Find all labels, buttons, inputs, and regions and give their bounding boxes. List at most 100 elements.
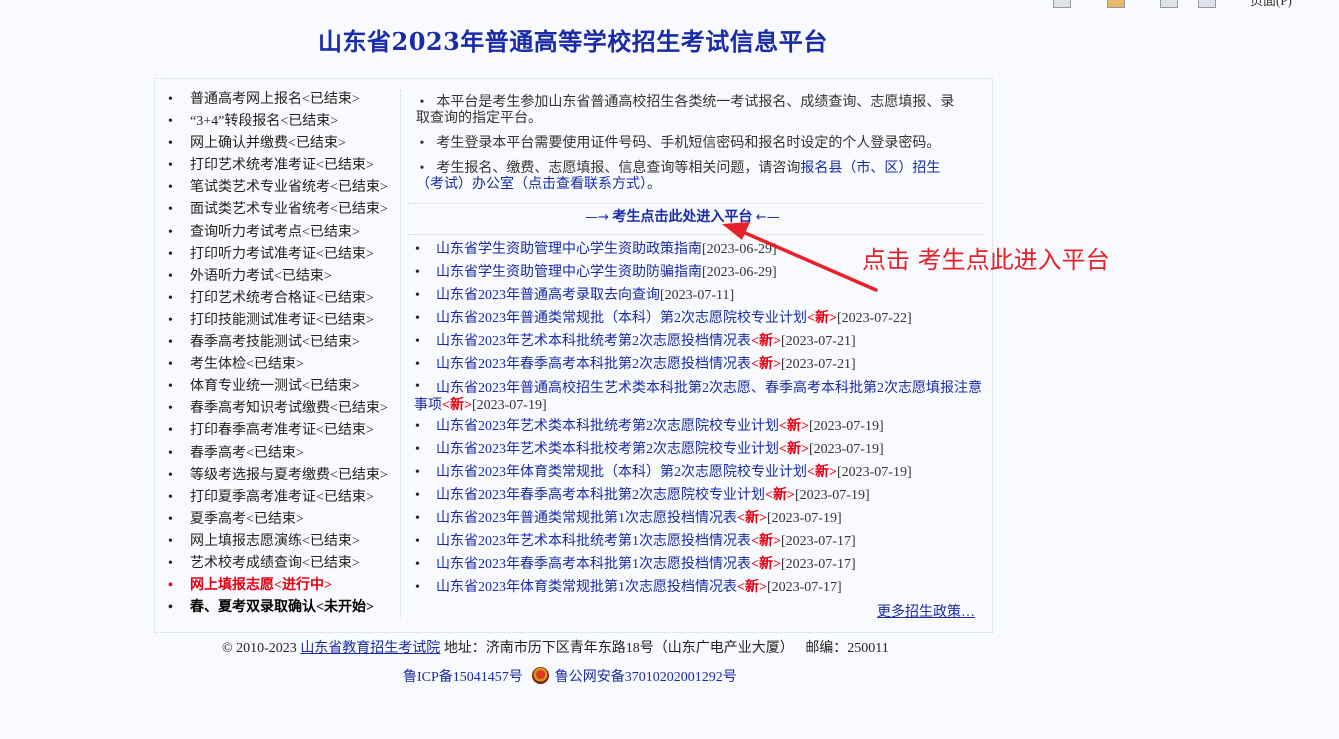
home-icon[interactable] xyxy=(1053,0,1071,8)
divider xyxy=(408,203,986,204)
sidebar-item[interactable]: 春季高考知识考试缴费<已结束> xyxy=(168,398,388,420)
enter-platform-link[interactable]: —→ 考生点击此处进入平台 ←— xyxy=(585,208,780,228)
enter-platform-label[interactable]: 考生点击此处进入平台 xyxy=(612,210,752,225)
sidebar-item[interactable]: 打印艺术统考准考证<已结束> xyxy=(168,155,388,177)
news-link[interactable]: 山东省2023年普通高考录取去向查询 xyxy=(436,288,660,303)
sidebar-item[interactable]: 艺术校考成绩查询<已结束> xyxy=(168,553,388,575)
sidebar-item[interactable]: 体育专业统一测试<已结束> xyxy=(168,376,388,398)
sidebar-item[interactable]: 外语听力考试<已结束> xyxy=(168,266,388,288)
more-policies-link[interactable]: 更多招生政策… xyxy=(877,601,975,621)
news-item: 山东省2023年体育类常规批（本科）第2次志愿院校专业计划<新>[2023-07… xyxy=(414,462,986,485)
news-item: 山东省2023年普通高考录取去向查询[2023-07-11] xyxy=(414,285,986,308)
sidebar-item[interactable]: 面试类艺术专业省统考<已结束> xyxy=(168,199,388,221)
news-item: 山东省2023年普通类常规批第1次志愿投档情况表<新>[2023-07-19] xyxy=(414,508,986,531)
print-icon[interactable] xyxy=(1198,0,1216,8)
news-date: [2023-06-29] xyxy=(702,242,777,257)
left-arrow-icon: ←— xyxy=(755,210,780,225)
new-badge: <新> xyxy=(442,397,472,413)
sidebar-item[interactable]: 网上填报志愿演练<已结束> xyxy=(168,531,388,553)
news-item: 山东省2023年艺术本科批统考第1次志愿投档情况表<新>[2023-07-17] xyxy=(414,531,986,554)
new-badge: <新> xyxy=(807,464,837,480)
copyright: © 2010-2023 xyxy=(222,641,297,656)
news-date: [2023-07-21] xyxy=(780,357,856,373)
news-link[interactable]: 山东省2023年春季高考本科批第2次志愿院校专业计划 xyxy=(436,488,765,503)
new-badge: <新> xyxy=(751,334,781,350)
sidebar-item[interactable]: 查询听力考试考点<已结束> xyxy=(168,222,388,244)
news-date: [2023-07-19] xyxy=(471,397,547,413)
police-record-link[interactable]: 鲁公网安备37010202001292号 xyxy=(555,670,737,685)
notice-contact: • 考生报名、缴费、志愿填报、信息查询等相关问题，请咨询报名县（市、区）招生（考试… xyxy=(416,161,941,192)
news-date: [2023-07-11] xyxy=(660,288,735,304)
annotation-text: 点击 考生点此进入平台 xyxy=(862,246,1110,274)
news-link[interactable]: 山东省学生资助管理中心学生资助政策指南 xyxy=(436,242,702,257)
org-link[interactable]: 山东省教育招生考试院 xyxy=(300,641,440,656)
right-arrow-icon: —→ xyxy=(585,210,609,225)
news-date: [2023-07-17] xyxy=(766,580,842,596)
sidebar-item[interactable]: 打印听力考试准考证<已结束> xyxy=(168,244,388,266)
news-date: [2023-07-19] xyxy=(836,464,912,480)
news-item: 山东省2023年艺术类本科批统考第2次志愿院校专业计划<新>[2023-07-1… xyxy=(414,416,986,439)
sidebar-item[interactable]: “3+4”转段报名<已结束> xyxy=(168,111,388,133)
notice-text: 考生报名、缴费、志愿填报、信息查询等相关问题，请咨询 xyxy=(436,161,801,176)
news-link[interactable]: 山东省学生资助管理中心学生资助防骗指南 xyxy=(436,265,702,280)
new-badge: <新> xyxy=(779,441,809,457)
news-link[interactable]: 山东省2023年艺术类本科批统考第2次志愿院校专业计划 xyxy=(436,419,779,434)
news-date: [2023-07-17] xyxy=(780,557,856,573)
icp-link[interactable]: 鲁ICP备15041457号 xyxy=(403,670,523,685)
news-link[interactable]: 山东省2023年体育类常规批（本科）第2次志愿院校专业计划 xyxy=(436,465,807,480)
rss-feed-icon[interactable] xyxy=(1107,0,1125,8)
news-item: 山东省2023年体育类常规批第1次志愿投档情况表<新>[2023-07-17] xyxy=(414,577,986,600)
sidebar-item[interactable]: 打印艺术统考合格证<已结束> xyxy=(168,288,388,310)
police-badge-icon xyxy=(532,667,550,684)
site-title: 山东省2023年普通高等学校招生考试信息平台 xyxy=(318,27,828,56)
page-menu[interactable]: 页面(P) xyxy=(1250,0,1292,9)
news-date: [2023-06-29] xyxy=(702,265,777,281)
new-badge: <新> xyxy=(779,418,809,434)
sidebar-item[interactable]: 网上确认并缴费<已结束> xyxy=(168,133,388,155)
news-item: 山东省2023年春季高考本科批第2次志愿投档情况表<新>[2023-07-21] xyxy=(414,354,986,377)
sidebar-item[interactable]: 普通高考网上报名<已结束> xyxy=(168,89,388,111)
news-date: [2023-07-19] xyxy=(794,487,870,503)
sidebar-item[interactable]: 等级考选报与夏考缴费<已结束> xyxy=(168,465,388,487)
news-item: 山东省2023年普通类常规批（本科）第2次志愿院校专业计划<新>[2023-07… xyxy=(414,308,986,331)
notice-platform-purpose: • 本平台是考生参加山东省普通高校招生各类统一考试报名、成绩查询、志愿填报、录取查… xyxy=(416,95,955,126)
news-item: 山东省2023年艺术类本科批校考第2次志愿院校专业计划<新>[2023-07-1… xyxy=(414,439,986,462)
sidebar-item[interactable]: 打印春季高考准考证<已结束> xyxy=(168,420,388,442)
new-badge: <新> xyxy=(751,534,781,550)
footer-registration: 鲁ICP备15041457号 鲁公网安备37010202001292号 xyxy=(403,666,737,686)
footer-info: © 2010-2023 山东省教育招生考试院 地址：济南市历下区青年东路18号（… xyxy=(222,637,889,657)
news-link[interactable]: 山东省2023年体育类常规批第1次志愿投档情况表 xyxy=(436,580,737,595)
news-link[interactable]: 山东省2023年艺术本科批统考第1次志愿投档情况表 xyxy=(436,534,751,549)
mail-icon[interactable] xyxy=(1160,0,1178,8)
postcode: 邮编：250011 xyxy=(805,641,889,656)
new-badge: <新> xyxy=(807,311,837,327)
browser-toolbar: 页面(P) xyxy=(0,0,1339,10)
news-link[interactable]: 山东省2023年春季高考本科批第1次志愿投档情况表 xyxy=(436,557,751,572)
news-date: [2023-07-17] xyxy=(780,534,856,550)
address: 地址：济南市历下区青年东路18号（山东广电产业大厦） xyxy=(443,641,794,656)
sidebar-item[interactable]: 夏季高考<已结束> xyxy=(168,509,388,531)
sidebar-item[interactable]: 春季高考<已结束> xyxy=(168,443,388,465)
sidebar-item[interactable]: 打印技能测试准考证<已结束> xyxy=(168,310,388,332)
sidebar-item-dual-admission-confirm[interactable]: 春、夏考双录取确认<未开始> xyxy=(168,597,388,619)
news-list: 山东省学生资助管理中心学生资助政策指南[2023-06-29]山东省学生资助管理… xyxy=(414,239,986,600)
news-link[interactable]: 山东省2023年春季高考本科批第2次志愿投档情况表 xyxy=(436,357,751,372)
sidebar-item[interactable]: 春季高考技能测试<已结束> xyxy=(168,332,388,354)
sidebar-item[interactable]: 打印夏季高考准考证<已结束> xyxy=(168,487,388,509)
sidebar-item[interactable]: 笔试类艺术专业省统考<已结束> xyxy=(168,177,388,199)
news-item: 山东省2023年普通高校招生艺术类本科批第2次志愿、春季高考本科批第2次志愿填报… xyxy=(414,378,986,416)
news-link[interactable]: 山东省2023年艺术类本科批校考第2次志愿院校专业计划 xyxy=(436,442,779,457)
notice-text: 考生登录本平台需要使用证件号码、手机短信密码和报名时设定的个人登录密码。 xyxy=(436,136,941,151)
news-link[interactable]: 山东省2023年普通类常规批第1次志愿投档情况表 xyxy=(436,511,737,526)
news-link[interactable]: 山东省2023年艺术本科批统考第2次志愿投档情况表 xyxy=(436,334,751,349)
new-badge: <新> xyxy=(751,557,781,573)
sidebar-item-fill-preferences-active[interactable]: 网上填报志愿<进行中> xyxy=(168,575,388,597)
notice-text: 本平台是考生参加山东省普通高校招生各类统一考试报名、成绩查询、志愿填报、录取查询… xyxy=(416,95,955,126)
news-date: [2023-07-19] xyxy=(808,418,884,434)
news-link[interactable]: 山东省2023年普通类常规批（本科）第2次志愿院校专业计划 xyxy=(436,311,807,326)
news-date: [2023-07-21] xyxy=(780,334,856,350)
column-divider xyxy=(400,90,401,618)
news-item: 山东省2023年春季高考本科批第2次志愿院校专业计划<新>[2023-07-19… xyxy=(414,485,986,508)
sidebar-item[interactable]: 考生体检<已结束> xyxy=(168,354,388,376)
new-badge: <新> xyxy=(751,357,781,373)
